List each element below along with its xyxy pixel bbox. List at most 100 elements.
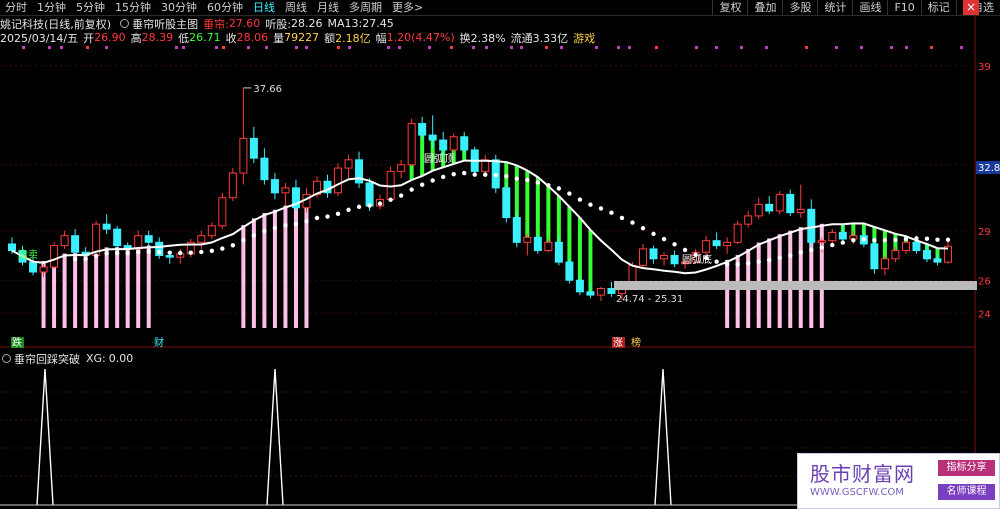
candle-body	[60, 235, 69, 247]
pink-volume-bar	[788, 230, 793, 328]
candle-body	[901, 241, 910, 252]
signal-dot	[265, 46, 268, 49]
dotted-trend-point	[756, 259, 761, 264]
dotted-trend-point	[830, 242, 835, 248]
candle-body	[8, 243, 16, 252]
dotted-trend-point	[346, 207, 351, 213]
dotted-trend-point	[745, 261, 751, 266]
pink-volume-bar	[725, 259, 730, 328]
candle-body	[71, 235, 80, 253]
signal-dot	[472, 46, 475, 49]
candle-body	[449, 136, 458, 151]
dotted-trend-point	[903, 236, 909, 242]
dotted-trend-point	[893, 237, 898, 243]
dotted-trend-point	[483, 172, 488, 177]
candle-body	[207, 225, 216, 237]
dotted-trend-point	[377, 201, 383, 206]
dotted-trend-point	[188, 250, 193, 255]
candle-body	[870, 243, 879, 270]
dotted-trend-point	[672, 242, 677, 247]
dotted-trend-point	[293, 221, 299, 227]
signal-dot	[835, 46, 838, 49]
candle-body	[334, 167, 343, 194]
dotted-trend-point	[735, 262, 740, 267]
candle-body	[586, 291, 595, 296]
pink-volume-bar	[83, 253, 88, 328]
dotted-trend-point	[588, 202, 593, 207]
signal-dot	[930, 46, 933, 49]
dotted-trend-point	[493, 172, 498, 178]
signal-dot	[805, 46, 808, 49]
pink-volume-bar	[125, 247, 130, 328]
pink-volume-bar	[62, 253, 67, 328]
signal-dot	[222, 46, 225, 49]
y-tick-label: 39	[978, 62, 991, 73]
candle-body	[596, 288, 605, 296]
arc-bottom-label: 圆弧底	[682, 253, 712, 266]
pink-volume-bar	[115, 247, 120, 328]
candle-body	[144, 235, 153, 243]
die-badge: 跌	[12, 336, 22, 349]
pink-volume-bar	[136, 246, 141, 328]
dotted-trend-point	[546, 183, 551, 188]
dotted-trend-point	[945, 237, 951, 242]
candle-body	[922, 250, 931, 260]
dotted-trend-point	[861, 237, 867, 242]
candle-body	[439, 139, 448, 151]
dotted-trend-point	[262, 229, 267, 234]
dotted-trend-point	[178, 250, 183, 256]
signal-dot	[890, 46, 893, 49]
ad-title: 股市财富网	[810, 462, 915, 486]
dotted-trend-point	[430, 178, 435, 183]
candle-body	[670, 255, 679, 265]
dotted-trend-point	[914, 236, 919, 241]
arc-top-label: 圆弧顶	[424, 152, 454, 165]
candle-body	[880, 258, 889, 270]
signal-dot	[337, 46, 340, 49]
ad-tag-share[interactable]: 指标分享	[938, 460, 995, 476]
dotted-trend-point	[535, 180, 541, 185]
candle-body	[786, 193, 795, 214]
candle-body	[39, 266, 48, 273]
candle-body	[796, 208, 805, 214]
range-label: 24.74 - 25.31	[616, 294, 683, 305]
signal-dot	[215, 46, 218, 49]
ad-tag-course[interactable]: 名师课程	[938, 484, 995, 500]
signal-dot	[715, 46, 718, 49]
dotted-trend-point	[819, 245, 824, 250]
dotted-trend-point	[241, 237, 246, 243]
candle-body	[838, 231, 847, 240]
current-price-label: 32.8	[978, 163, 1000, 174]
candle-body	[554, 241, 563, 263]
xg-value: 0.00	[108, 352, 134, 365]
signal-dot	[485, 46, 488, 49]
dotted-trend-point	[356, 204, 362, 210]
dotted-trend-point	[367, 203, 372, 208]
dotted-trend-point	[567, 191, 572, 196]
xg-label: XG:	[86, 352, 106, 365]
indicator-name-sub[interactable]: 垂帘回踩突破	[14, 351, 80, 367]
candle-body	[639, 248, 648, 266]
xg-spike	[654, 368, 672, 506]
signal-dot	[560, 46, 563, 49]
ad-watermark[interactable]: 股市财富网 WWW.GSCFW.COM 指标分享 名师课程	[797, 453, 1000, 509]
bang-badge: 榜	[631, 336, 641, 349]
signal-dot	[655, 46, 658, 49]
signal-dot	[398, 46, 401, 49]
dotted-trend-point	[788, 253, 793, 258]
zhang-badge: 涨	[613, 337, 623, 349]
dotted-trend-point	[104, 251, 109, 256]
candle-body	[502, 187, 511, 219]
candle-body	[533, 236, 542, 252]
candle-body	[397, 164, 406, 172]
signal-dot	[510, 46, 513, 49]
dotted-trend-point	[125, 250, 130, 256]
candle-body	[418, 123, 427, 136]
candle-body	[775, 193, 784, 212]
price-range-zone	[614, 281, 977, 290]
candle-body	[512, 217, 521, 243]
dotted-trend-point	[882, 237, 888, 243]
indicator-circle-icon[interactable]	[2, 354, 11, 363]
candle-body	[933, 258, 942, 263]
chart-svg[interactable]: 393329262432.8 37.6624.74 - 25.31圆弧顶圆弧底逢…	[0, 0, 1000, 509]
